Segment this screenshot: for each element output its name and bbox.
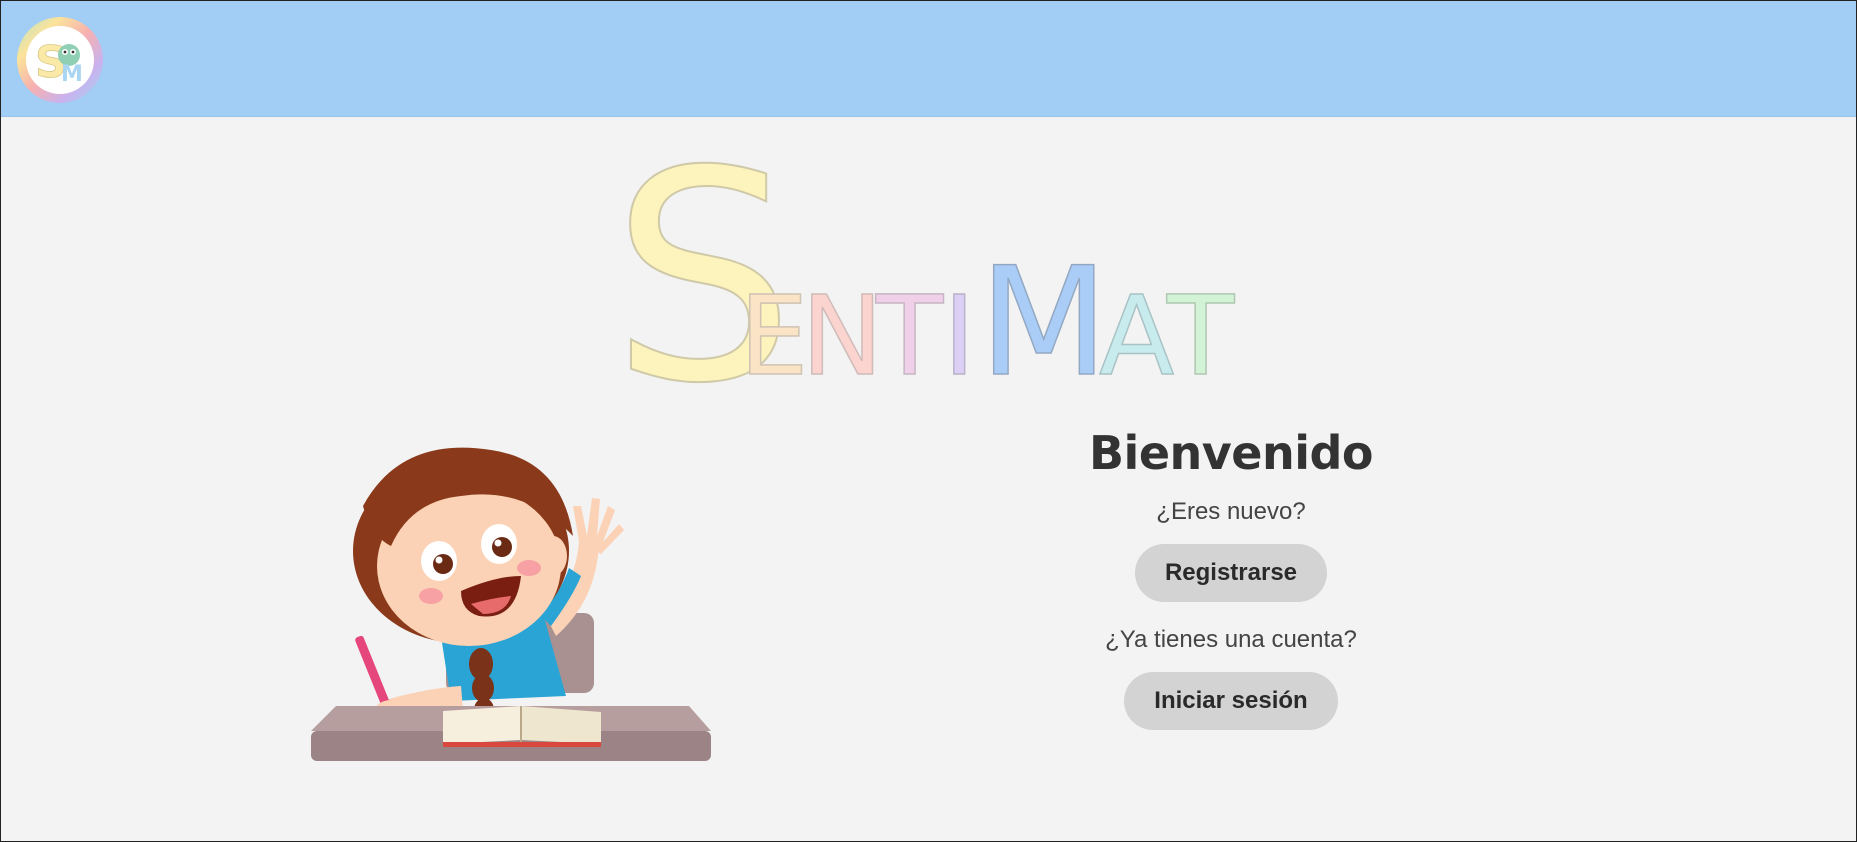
sentimat-badge-icon[interactable]: S M <box>15 15 105 105</box>
welcome-panel: Bienvenido ¿Eres nuevo? Registrarse ¿Ya … <box>1031 426 1431 754</box>
brand-letter-m: M <box>979 236 1108 386</box>
girl-at-desk-illustration <box>311 436 711 766</box>
brand-letter-e: E <box>739 272 809 386</box>
brand-letter-a: A <box>1099 272 1174 386</box>
brand-letter-n: N <box>801 272 883 386</box>
existing-account-prompt: ¿Ya tienes una cuenta? <box>1105 626 1357 653</box>
new-user-prompt: ¿Eres nuevo? <box>1156 498 1306 525</box>
welcome-heading: Bienvenido <box>1088 426 1374 480</box>
brand-title-svg: S E N T I M A T <box>610 109 1236 448</box>
svg-text:M: M <box>61 62 83 87</box>
login-button[interactable]: Iniciar sesión <box>1124 672 1338 730</box>
register-button[interactable]: Registrarse <box>1134 544 1328 602</box>
top-bar: S M <box>1 1 1856 117</box>
brand-letter-t2: T <box>1166 272 1235 386</box>
brand-letter-t: T <box>875 272 944 386</box>
brand-letter-i: I <box>943 272 975 386</box>
brand-title-logo: S E N T I M A T <box>610 109 1241 448</box>
